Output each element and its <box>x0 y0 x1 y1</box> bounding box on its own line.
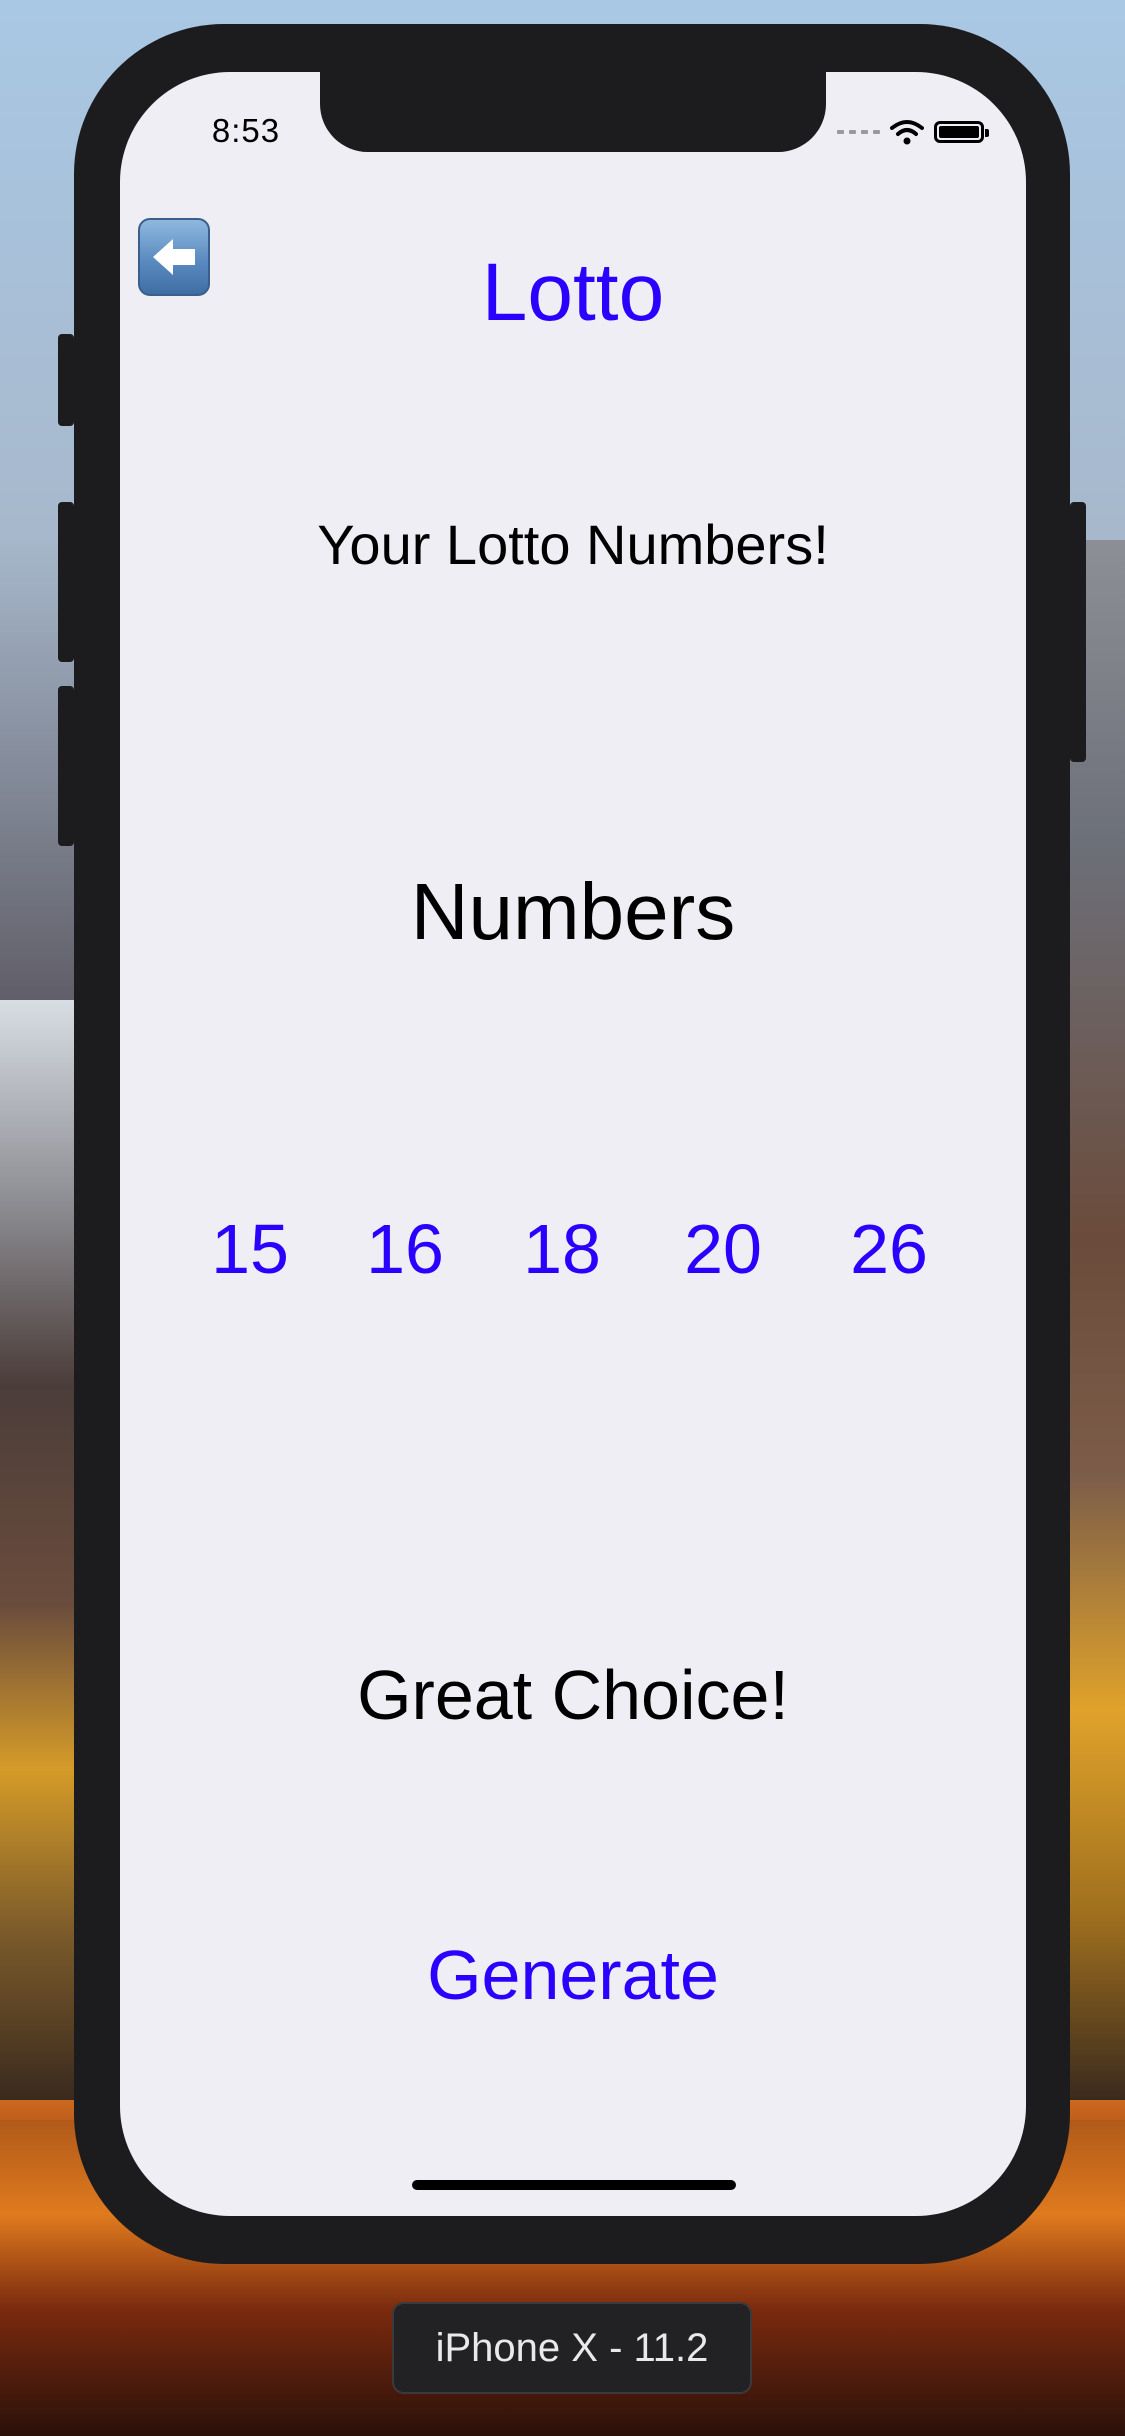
choice-message: Great Choice! <box>357 1656 789 1734</box>
numbers-heading: Numbers <box>410 867 736 956</box>
generate-button[interactable]: Generate <box>120 1940 1026 2010</box>
notch <box>320 72 826 152</box>
cellular-signal-icon <box>837 130 880 134</box>
lotto-number-4: 20 <box>684 1210 762 1288</box>
status-icons <box>837 118 989 146</box>
wifi-icon <box>890 120 924 145</box>
status-time: 8:53 <box>211 112 281 149</box>
subtitle: Your Lotto Numbers! <box>317 513 829 576</box>
volume-up-button <box>58 502 74 662</box>
battery-icon <box>934 121 989 143</box>
volume-down-button <box>58 686 74 846</box>
phone-frame: 8:53 Lotto Your Lotto Numbers! Numbers 1… <box>58 24 1086 2264</box>
power-button <box>1070 502 1086 762</box>
lotto-number-2: 16 <box>366 1210 444 1288</box>
simulator-device-label: iPhone X - 11.2 <box>392 2302 752 2394</box>
nav-title: Lotto <box>481 247 665 338</box>
lotto-number-5: 26 <box>850 1210 928 1288</box>
home-indicator[interactable] <box>412 2180 736 2190</box>
silent-switch <box>58 334 74 426</box>
lotto-number-1: 15 <box>211 1210 289 1288</box>
app-screen: 8:53 Lotto Your Lotto Numbers! Numbers 1… <box>120 72 1026 2216</box>
lotto-number-3: 18 <box>523 1210 601 1288</box>
